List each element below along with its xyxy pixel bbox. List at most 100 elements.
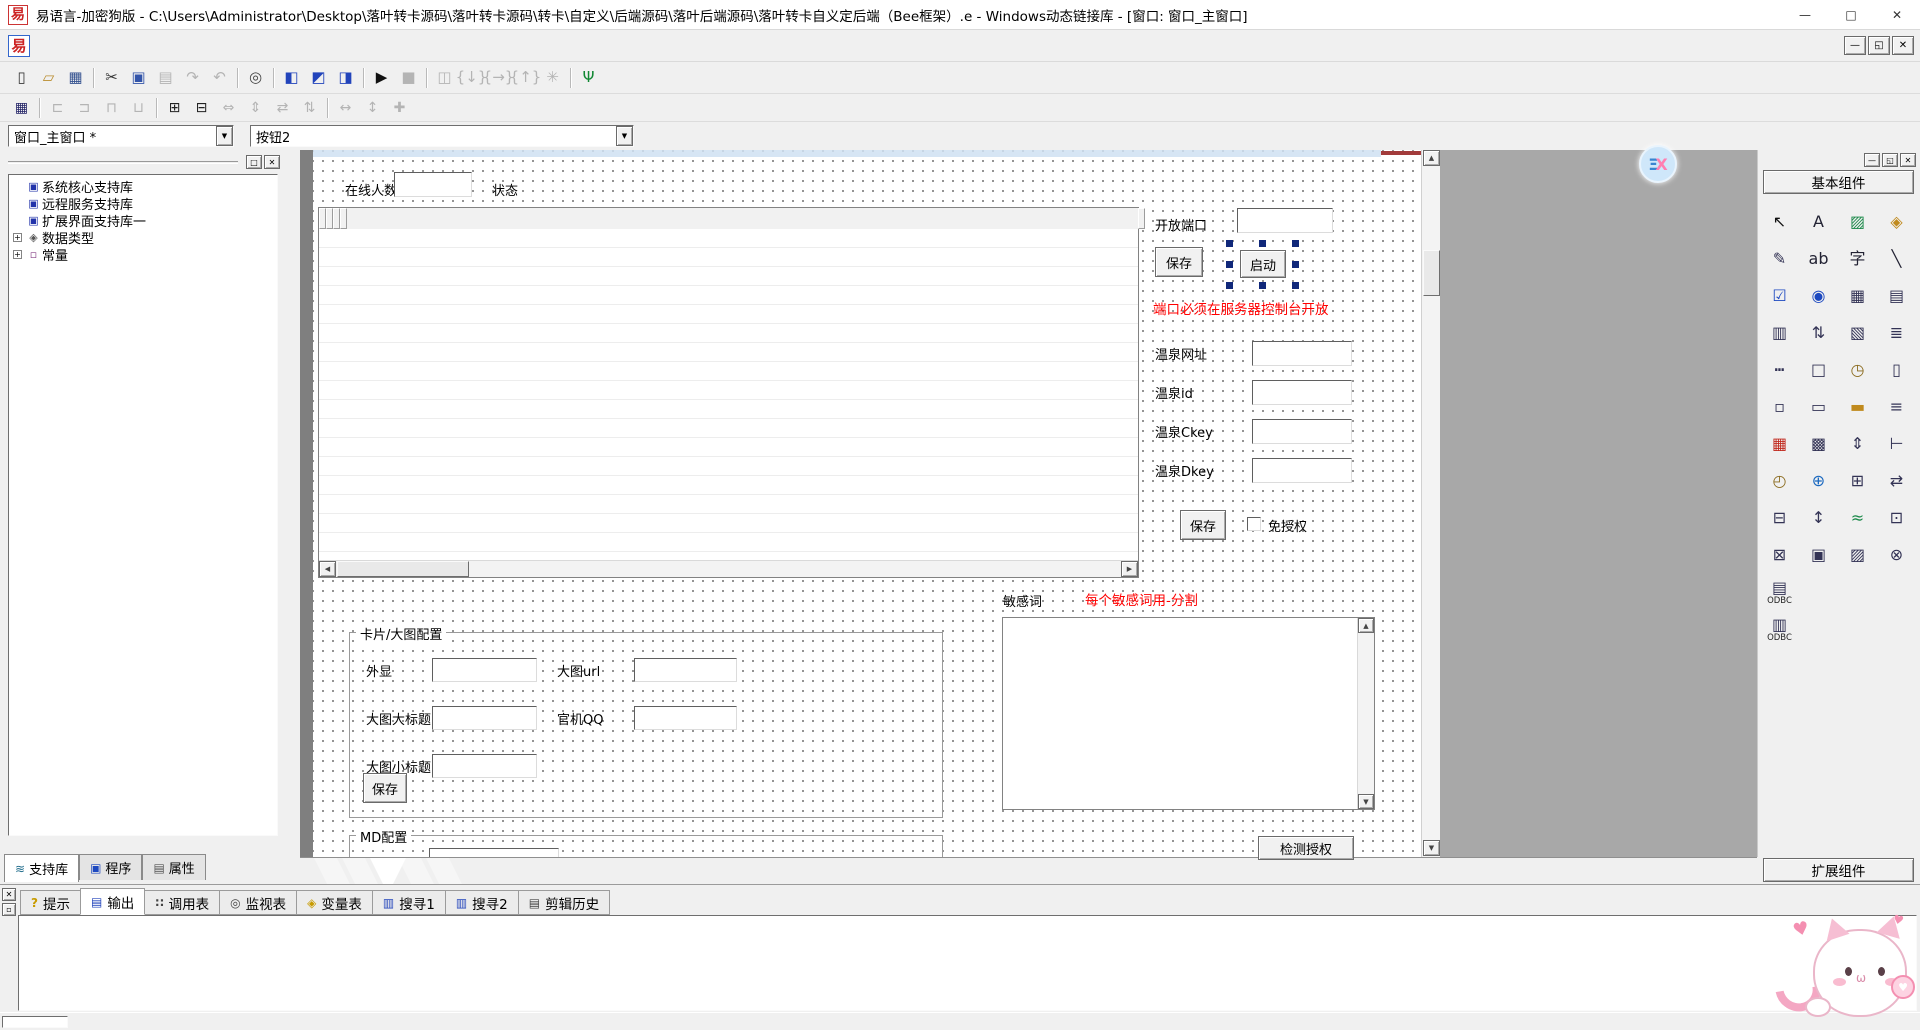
component-icon[interactable]: ab <box>1799 241 1838 278</box>
toolbar-button[interactable]: {↓} <box>458 66 485 90</box>
component-icon[interactable]: ≡ <box>1877 389 1916 426</box>
toolbar-button[interactable]: ✂ <box>98 66 125 90</box>
component-icon[interactable]: ⊟ <box>1760 500 1799 537</box>
form-text-input[interactable] <box>1252 419 1352 444</box>
toolbox-close-button[interactable]: ✕ <box>1900 153 1916 167</box>
toolbar-button[interactable]: ▶ <box>368 66 395 90</box>
port-input[interactable] <box>1237 208 1333 233</box>
object-combobox[interactable]: 窗口_主窗口 * ▼ <box>8 125 234 147</box>
component-icon[interactable]: ⊞ <box>1838 463 1877 500</box>
toolbar-button[interactable]: ⊔ <box>125 96 152 120</box>
component-icon[interactable]: ≈ <box>1838 500 1877 537</box>
toolbar-button[interactable]: ↔ <box>332 96 359 120</box>
toolbar-button[interactable]: ◩ <box>305 66 332 90</box>
form-text-input[interactable] <box>432 658 537 682</box>
expander-icon[interactable]: + <box>13 233 22 242</box>
scrollbar-thumb[interactable] <box>337 561 469 577</box>
component-icon[interactable]: ▥ ODBC <box>1760 611 1799 648</box>
component-icon[interactable]: ↕ <box>1799 500 1838 537</box>
toolbar-button[interactable]: Ψ <box>575 66 602 90</box>
toolbar-button[interactable]: ▣ <box>125 66 152 90</box>
table-horizontal-scrollbar[interactable]: ◀ ▶ <box>319 560 1138 577</box>
panel-tab[interactable]: ≋ 支持库 <box>4 854 79 882</box>
component-icon[interactable]: ✎ <box>1760 241 1799 278</box>
online-count-input[interactable] <box>394 172 472 197</box>
component-icon[interactable]: ⊠ <box>1760 537 1799 574</box>
scroll-left-button[interactable]: ◀ <box>319 561 336 577</box>
spring-save-button[interactable]: 保存 <box>1180 510 1226 540</box>
toolbar-button[interactable]: ⊏ <box>44 96 71 120</box>
toolbar-button[interactable]: {→} <box>485 66 512 90</box>
table-column-header[interactable] <box>333 208 340 229</box>
component-icon[interactable]: ⊗ <box>1877 537 1916 574</box>
component-icon[interactable]: ▦ <box>1760 426 1799 463</box>
toolbar-button[interactable]: ▱ <box>35 66 62 90</box>
panel-close-button[interactable]: ✕ <box>264 155 280 169</box>
component-icon[interactable]: ▣ <box>1799 537 1838 574</box>
basic-components-header[interactable]: 基本组件 <box>1763 170 1914 194</box>
output-float-button[interactable]: ▫ <box>2 903 16 916</box>
toolbar-button[interactable]: ▯ <box>8 66 35 90</box>
extended-components-header[interactable]: 扩展组件 <box>1763 858 1914 882</box>
toolbox-pin-button[interactable]: — <box>1864 153 1880 167</box>
component-icon[interactable]: ☑ <box>1760 278 1799 315</box>
message-table[interactable]: ◀ ▶ <box>318 207 1139 578</box>
menu-item[interactable] <box>74 42 92 50</box>
form-text-input[interactable] <box>432 754 537 778</box>
resize-handle[interactable] <box>1259 240 1266 247</box>
output-tab[interactable]: ▥ 搜寻2 <box>445 890 519 915</box>
toolbar-button[interactable]: ▦ <box>62 66 89 90</box>
designer-vertical-scrollbar[interactable]: ▲ ▼ <box>1421 150 1440 857</box>
toolbar-button[interactable]: ⊓ <box>98 96 125 120</box>
toolbar-button[interactable]: ✚ <box>386 96 413 120</box>
menu-item[interactable] <box>56 42 74 50</box>
component-icon[interactable]: ▫ <box>1760 389 1799 426</box>
tree-item[interactable]: ▣ 扩展界面支持库一 <box>11 212 275 229</box>
toolbar-button[interactable]: ⇅ <box>296 96 323 120</box>
component-icon[interactable]: ▧ <box>1838 315 1877 352</box>
output-tab[interactable]: ◎ 监视表 <box>219 890 297 915</box>
card-save-button[interactable]: 保存 <box>363 773 407 803</box>
tree-item[interactable]: ▣ 系统核心支持库 <box>11 178 275 195</box>
component-icon[interactable]: ≣ <box>1877 315 1916 352</box>
table-body[interactable] <box>319 229 1138 560</box>
output-tab[interactable]: ∷ 调用表 <box>144 890 220 915</box>
resize-handle[interactable] <box>1292 282 1299 289</box>
resize-handle[interactable] <box>1226 261 1233 268</box>
check-auth-button[interactable]: 检测授权 <box>1258 836 1354 860</box>
toolbox-float-button[interactable]: ◱ <box>1882 153 1898 167</box>
output-tab[interactable]: ▤ 剪辑历史 <box>518 890 610 915</box>
menu-item[interactable] <box>146 42 164 50</box>
library-tree[interactable]: ▣ 系统核心支持库 ▣ 远程服务支持库 ▣ 扩展界面支持库一 + ◈ 数据类型 … <box>8 174 278 836</box>
panel-float-button[interactable]: □ <box>246 155 262 169</box>
component-icon[interactable]: ⇄ <box>1877 463 1916 500</box>
panel-grip[interactable] <box>8 161 238 164</box>
compile-output[interactable] <box>18 915 1917 1011</box>
scroll-down-button[interactable]: ▼ <box>1358 794 1374 809</box>
toolbar-button[interactable]: ▦ <box>8 96 35 120</box>
scroll-down-button[interactable]: ▼ <box>1423 840 1440 856</box>
component-icon[interactable]: ▤ <box>1877 278 1916 315</box>
component-icon[interactable]: ⇕ <box>1838 426 1877 463</box>
toolbar-button[interactable]: ✳ <box>539 66 566 90</box>
sensitive-words-textarea[interactable]: ▲ ▼ <box>1002 617 1375 810</box>
component-icon[interactable]: ▥ <box>1760 315 1799 352</box>
component-icon[interactable]: ▭ <box>1799 389 1838 426</box>
component-icon[interactable]: 字 <box>1838 241 1877 278</box>
toolbar-button[interactable]: ◨ <box>332 66 359 90</box>
output-tab[interactable]: ▥ 搜寻1 <box>372 890 446 915</box>
control-combobox[interactable]: 按钮2 ▼ <box>250 125 634 147</box>
component-icon[interactable]: □ <box>1799 352 1838 389</box>
panel-tab[interactable]: ▣ 程序 <box>79 854 142 880</box>
toolbar-button[interactable]: ↕ <box>359 96 386 120</box>
component-icon[interactable]: ⊢ <box>1877 426 1916 463</box>
toolbar-button[interactable]: ↷ <box>179 66 206 90</box>
component-icon[interactable]: A <box>1799 204 1838 241</box>
component-icon[interactable]: ⊡ <box>1877 500 1916 537</box>
component-icon[interactable]: ┅ <box>1760 352 1799 389</box>
mdi-minimize-button[interactable]: — <box>1844 36 1866 55</box>
component-icon[interactable]: ▤ ODBC <box>1760 574 1799 611</box>
toolbar-button[interactable]: ◧ <box>278 66 305 90</box>
form-text-input[interactable] <box>634 706 737 730</box>
close-button[interactable]: ✕ <box>1874 0 1920 30</box>
